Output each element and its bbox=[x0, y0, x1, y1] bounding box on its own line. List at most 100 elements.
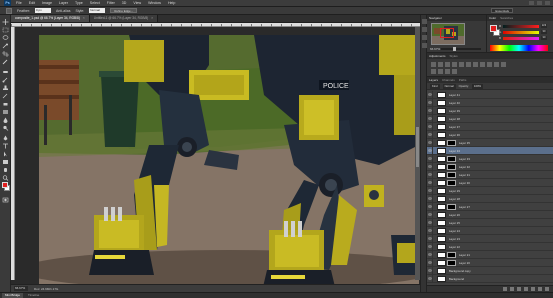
layer-mask-thumbnail[interactable] bbox=[447, 251, 456, 258]
menu-type[interactable]: Type bbox=[75, 1, 83, 5]
visibility-eye-icon[interactable] bbox=[427, 234, 433, 243]
tab-adjustments[interactable]: Adjustments bbox=[429, 54, 446, 58]
layer-mask-thumbnail[interactable] bbox=[447, 171, 456, 178]
layer-row[interactable]: Layer 40 bbox=[427, 98, 553, 107]
brightness-contrast-icon[interactable] bbox=[431, 62, 436, 67]
navigator-zoom[interactable]: 66.67% bbox=[430, 47, 440, 51]
layer-row[interactable]: Layer 27 bbox=[427, 202, 553, 211]
layer-row[interactable]: Layer 39 bbox=[427, 106, 553, 115]
menu-3d[interactable]: 3D bbox=[122, 1, 127, 5]
eyedropper-tool-icon[interactable] bbox=[2, 59, 9, 65]
visibility-eye-icon[interactable] bbox=[427, 186, 433, 195]
layer-row[interactable]: Layer 20 bbox=[427, 258, 553, 267]
shape-tool-icon[interactable] bbox=[2, 159, 9, 165]
navigator-zoom-knob[interactable] bbox=[453, 47, 456, 51]
visibility-eye-icon[interactable] bbox=[427, 218, 433, 227]
healing-brush-tool-icon[interactable] bbox=[2, 69, 9, 75]
color-slider-value[interactable]: 223 bbox=[541, 24, 547, 28]
visibility-eye-icon[interactable] bbox=[427, 162, 433, 171]
document-tab[interactable]: composite_1.psd @ 66.7% (Layer 34, RGB/8… bbox=[11, 15, 90, 22]
visibility-eye-icon[interactable] bbox=[427, 202, 433, 211]
layer-row[interactable]: Layer 36 bbox=[427, 130, 553, 139]
color-spectrum-bar[interactable] bbox=[490, 45, 548, 51]
zoom-level-field[interactable]: 66.67% bbox=[14, 286, 28, 291]
layer-mask-thumbnail[interactable] bbox=[447, 179, 456, 186]
new-group-icon[interactable] bbox=[531, 287, 535, 291]
close-tab-icon[interactable]: × bbox=[83, 16, 85, 20]
levels-icon[interactable] bbox=[438, 62, 443, 67]
layer-row[interactable]: Layer 25 bbox=[427, 218, 553, 227]
visibility-eye-icon[interactable] bbox=[427, 91, 433, 99]
bottom-tab-mini-bridge[interactable]: Mini Bridge bbox=[2, 293, 24, 298]
dodge-tool-icon[interactable] bbox=[2, 125, 9, 131]
tab-color[interactable]: Color bbox=[489, 16, 496, 20]
blur-tool-icon[interactable] bbox=[2, 117, 9, 123]
visibility-eye-icon[interactable] bbox=[427, 226, 433, 235]
layer-row[interactable]: Layer 24 bbox=[427, 226, 553, 235]
posterize-icon[interactable] bbox=[431, 69, 436, 74]
color-slider-track[interactable] bbox=[503, 37, 539, 40]
crop-tool-icon[interactable] bbox=[2, 51, 9, 57]
feather-input[interactable]: 0 px bbox=[35, 8, 52, 13]
document-info[interactable]: Doc: 24.9M/1.17G bbox=[34, 287, 58, 291]
visibility-eye-icon[interactable] bbox=[427, 106, 433, 115]
color-slider-track[interactable] bbox=[503, 31, 539, 34]
layer-row[interactable]: Layer 29 bbox=[427, 186, 553, 195]
clone-stamp-tool-icon[interactable] bbox=[2, 85, 9, 91]
move-tool-icon[interactable] bbox=[2, 19, 9, 25]
tab-styles[interactable]: Styles bbox=[450, 54, 458, 58]
layer-row[interactable]: Layer 33 bbox=[427, 154, 553, 163]
layer-row[interactable]: Layer 35 bbox=[427, 138, 553, 147]
layer-row[interactable]: Layer 26 bbox=[427, 210, 553, 219]
menu-file[interactable]: File bbox=[16, 1, 22, 5]
opacity-input[interactable]: 100% bbox=[471, 83, 484, 89]
quick-mask-icon[interactable] bbox=[2, 197, 9, 203]
photo-filter-icon[interactable] bbox=[487, 62, 492, 67]
layer-kind-filter[interactable]: Kind bbox=[430, 83, 440, 89]
layer-mask-thumbnail[interactable] bbox=[447, 203, 456, 210]
blend-mode-select[interactable]: Normal bbox=[442, 83, 456, 89]
adjustment-layer-icon[interactable] bbox=[524, 287, 528, 291]
layer-row[interactable]: Background copy bbox=[427, 266, 553, 275]
navigator-thumbnail[interactable] bbox=[431, 23, 465, 45]
color-panel-foreground[interactable] bbox=[490, 25, 497, 32]
layer-row[interactable]: Layer 31 bbox=[427, 170, 553, 179]
minimize-icon[interactable] bbox=[529, 1, 534, 5]
vertical-scroll-thumb[interactable] bbox=[416, 127, 419, 167]
quick-selection-tool-icon[interactable] bbox=[2, 43, 9, 49]
workspace-select[interactable]: Essentials bbox=[491, 8, 513, 13]
menu-layer[interactable]: Layer bbox=[59, 1, 68, 5]
layer-row[interactable]: Layer 37 bbox=[427, 122, 553, 131]
add-mask-icon[interactable] bbox=[517, 287, 521, 291]
layer-row[interactable]: Layer 23 bbox=[427, 234, 553, 243]
menu-select[interactable]: Select bbox=[90, 1, 100, 5]
selective-color-icon[interactable] bbox=[452, 69, 457, 74]
color-slider-b[interactable]: B 30 bbox=[499, 36, 547, 40]
layer-mask-thumbnail[interactable] bbox=[447, 139, 456, 146]
color-slider-r[interactable]: R 223 bbox=[499, 24, 547, 28]
navigator-zoom-slider[interactable] bbox=[441, 47, 481, 51]
visibility-eye-icon[interactable] bbox=[427, 130, 433, 139]
visibility-eye-icon[interactable] bbox=[427, 242, 433, 251]
tab-navigator[interactable]: Navigator bbox=[429, 16, 442, 20]
visibility-eye-icon[interactable] bbox=[427, 98, 433, 107]
foreground-color-swatch[interactable] bbox=[2, 182, 8, 188]
menu-window[interactable]: Window bbox=[148, 1, 161, 5]
visibility-eye-icon[interactable] bbox=[427, 146, 433, 155]
close-tab-icon[interactable]: × bbox=[151, 16, 153, 20]
style-select[interactable]: Normal bbox=[89, 8, 106, 13]
layer-row[interactable]: Layer 22 bbox=[427, 242, 553, 251]
layer-row[interactable]: Layer 28 bbox=[427, 194, 553, 203]
menu-help[interactable]: Help bbox=[168, 1, 175, 5]
hand-tool-icon[interactable] bbox=[2, 167, 9, 173]
image-canvas[interactable]: POLICE bbox=[39, 35, 419, 287]
black-white-icon[interactable] bbox=[480, 62, 485, 67]
link-layers-icon[interactable] bbox=[503, 287, 507, 291]
visibility-eye-icon[interactable] bbox=[427, 138, 433, 147]
close-icon[interactable] bbox=[545, 1, 550, 5]
layer-row[interactable]: Layer 38 bbox=[427, 114, 553, 123]
marquee-tool-icon[interactable] bbox=[6, 7, 12, 14]
document-tab[interactable]: Untitled-1 @ 66.7% (Layer 34, RGB/8) × bbox=[89, 15, 159, 22]
gradient-map-icon[interactable] bbox=[445, 69, 450, 74]
threshold-icon[interactable] bbox=[438, 69, 443, 74]
